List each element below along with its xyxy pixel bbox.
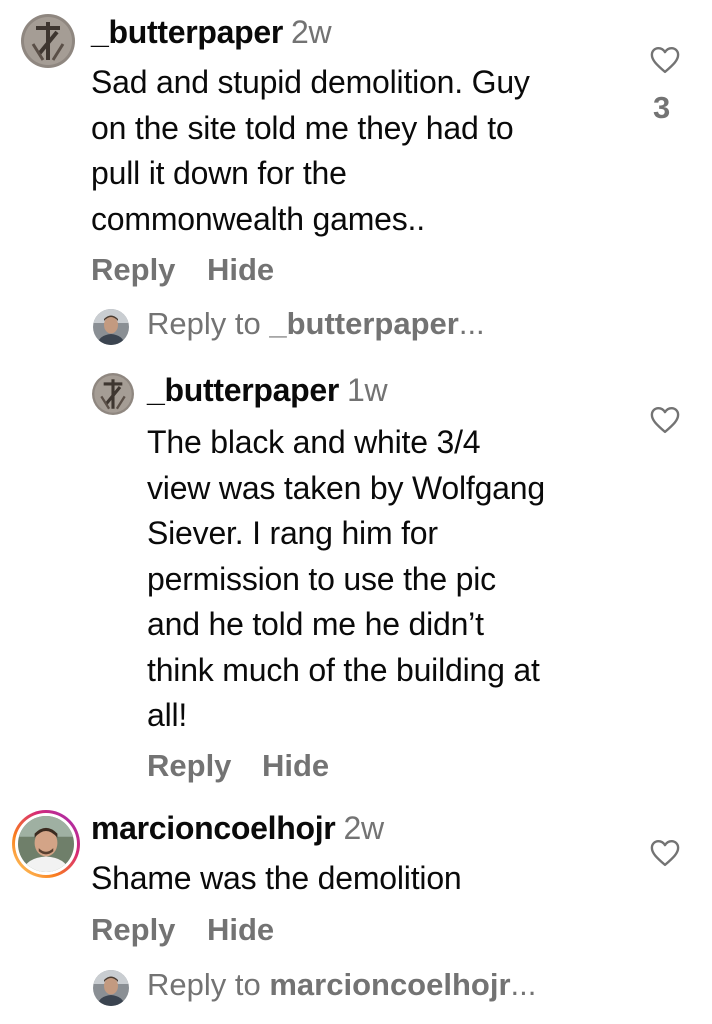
username-text[interactable]: _butterpaper — [147, 372, 339, 408]
reply-button[interactable]: Reply — [91, 912, 175, 948]
reply-to-suffix: ... — [510, 967, 537, 1002]
comment-username[interactable]: marcioncoelhojr 2w — [91, 810, 384, 847]
comment-text: The black and white 3/4 view was taken b… — [147, 424, 545, 733]
reply-button[interactable]: Reply — [147, 748, 231, 784]
reply-to-prompt[interactable]: Reply to _butterpaper... — [147, 306, 485, 342]
hide-button[interactable]: Hide — [262, 748, 329, 784]
hide-button[interactable]: Hide — [207, 912, 274, 948]
avatar[interactable] — [21, 14, 75, 68]
comment-text: Shame was the demolition — [91, 860, 462, 896]
heart-icon[interactable] — [650, 46, 680, 74]
comment-time: 1w — [347, 372, 388, 408]
reply-to-prefix: Reply to — [147, 306, 270, 341]
comment-username[interactable]: _butterpaper 1w — [147, 372, 388, 409]
reply-button[interactable]: Reply — [91, 252, 175, 288]
reply-to-username: marcioncoelhojr — [269, 967, 511, 1002]
avatar-story-ring[interactable] — [12, 810, 80, 878]
username-text[interactable]: marcioncoelhojr — [91, 810, 336, 846]
heart-icon[interactable] — [650, 839, 680, 867]
username-text[interactable]: _butterpaper — [91, 14, 283, 50]
avatar — [93, 970, 129, 1006]
avatar[interactable] — [92, 373, 134, 415]
reply-to-username: _butterpaper — [269, 306, 459, 341]
reply-to-prompt[interactable]: Reply to marcioncoelhojr... — [147, 967, 536, 1003]
hide-button[interactable]: Hide — [207, 252, 274, 288]
avatar — [93, 309, 129, 345]
like-count: 3 — [653, 90, 671, 125]
comment-username[interactable]: _butterpaper 2w — [91, 14, 332, 51]
reply-to-prefix: Reply to — [147, 967, 270, 1002]
comment-time: 2w — [291, 14, 332, 50]
comment-text: Sad and stupid demolition. Guy on the si… — [91, 64, 530, 237]
reply-to-suffix: ... — [458, 306, 485, 341]
heart-icon[interactable] — [650, 406, 680, 434]
comment-time: 2w — [343, 810, 384, 846]
